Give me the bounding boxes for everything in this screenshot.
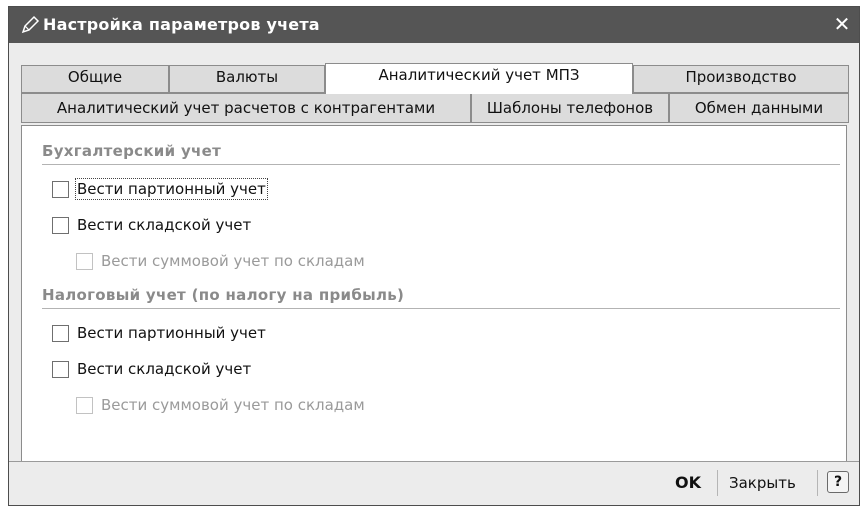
tab-panel: Бухгалтерский учет Вести партионный учет… [21, 125, 847, 462]
button-separator [717, 470, 718, 496]
checkbox-label: Вести суммовой учет по складам [101, 396, 365, 414]
tab-inventory-analytics[interactable]: Аналитический учет МПЗ [325, 63, 633, 94]
tab-phone-templates[interactable]: Шаблоны телефонов [471, 93, 669, 123]
tab-strip: Общие Валюты Аналитический учет МПЗ Прои… [21, 63, 849, 125]
checkbox-accounting-sum-by-warehouse: Вести суммовой учет по складам [76, 250, 365, 272]
button-separator [817, 470, 818, 496]
checkbox-label: Вести складской учет [77, 360, 252, 378]
checkbox-label: Вести партионный учет [75, 178, 268, 200]
checkbox-label: Вести партионный учет [77, 324, 266, 342]
pencil-icon [19, 14, 41, 36]
checkbox-accounting-batch[interactable]: Вести партионный учет [52, 178, 268, 200]
ok-button[interactable]: OK [675, 473, 701, 492]
section-title-accounting: Бухгалтерский учет [42, 142, 222, 160]
checkbox-box [76, 252, 93, 270]
checkbox-tax-warehouse[interactable]: Вести складской учет [52, 358, 251, 380]
window-title: Настройка параметров учета [43, 15, 320, 34]
tab-production[interactable]: Производство [633, 65, 849, 93]
checkbox-label: Вести суммовой учет по складам [101, 252, 365, 270]
section-title-tax: Налоговый учет (по налогу на прибыль) [42, 286, 405, 304]
help-button[interactable]: ? [827, 471, 849, 493]
checkbox-box [76, 396, 93, 414]
tab-data-exchange[interactable]: Обмен данными [669, 93, 849, 123]
checkbox-box[interactable] [52, 324, 69, 342]
section-divider [42, 308, 840, 309]
checkbox-box[interactable] [52, 216, 69, 234]
checkbox-tax-batch[interactable]: Вести партионный учет [52, 322, 266, 344]
title-bar[interactable]: Настройка параметров учета ✕ [9, 7, 859, 43]
tab-currencies[interactable]: Валюты [169, 65, 325, 93]
checkbox-accounting-warehouse[interactable]: Вести складской учет [52, 214, 251, 236]
dialog-footer: OK Закрыть ? [9, 461, 859, 505]
tab-counterparty-analytics[interactable]: Аналитический учет расчетов с контрагент… [21, 93, 471, 123]
section-divider [42, 164, 840, 165]
close-button[interactable]: Закрыть [729, 474, 796, 492]
checkbox-box[interactable] [52, 360, 69, 378]
tab-general[interactable]: Общие [21, 65, 169, 93]
footer-divider [9, 461, 859, 462]
checkbox-box[interactable] [52, 180, 69, 198]
settings-dialog: Настройка параметров учета ✕ Общие Валют… [8, 6, 860, 506]
checkbox-tax-sum-by-warehouse: Вести суммовой учет по складам [76, 394, 365, 416]
close-icon[interactable]: ✕ [829, 11, 855, 37]
checkbox-label: Вести складской учет [77, 216, 252, 234]
